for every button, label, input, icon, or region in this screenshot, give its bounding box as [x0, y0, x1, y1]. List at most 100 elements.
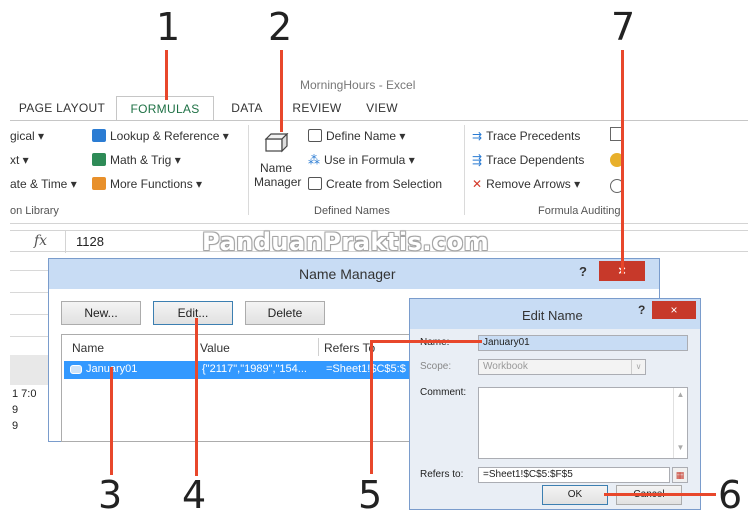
callout-5: 5 — [358, 473, 383, 514]
math-icon — [92, 153, 106, 166]
insert-function-icon[interactable]: fx — [34, 233, 47, 249]
date-time-button[interactable]: ate & Time ▾ — [10, 177, 77, 191]
create-from-selection-label: Create from Selection — [326, 177, 443, 191]
scope-value: Workbook — [483, 361, 528, 372]
trace-dependents-button[interactable]: ⇶ Trace Dependents — [472, 153, 584, 167]
text-button[interactable]: xt ▾ — [10, 153, 29, 167]
name-manager-titlebar[interactable]: Name Manager ? × — [49, 259, 659, 289]
function-library-group-label: on Library — [10, 205, 59, 217]
define-name-label: Define Name ▾ — [326, 129, 406, 143]
callout-4: 4 — [182, 473, 207, 514]
row-value: {"2117","1989","154... — [202, 363, 307, 375]
callout-line-3 — [110, 367, 113, 475]
formula-auditing-group-label: Formula Auditing — [538, 205, 621, 217]
logical-button[interactable]: gical ▾ — [10, 129, 44, 143]
column-header-value[interactable]: Value — [200, 341, 230, 355]
use-in-formula-label: Use in Formula ▾ — [324, 153, 415, 167]
grid-cell-text: 9 — [12, 404, 19, 416]
callout-line-1 — [165, 50, 168, 100]
callout-line-7 — [621, 50, 624, 274]
create-from-selection-icon — [308, 177, 322, 190]
ribbon-separator — [248, 125, 249, 215]
new-button[interactable]: New... — [61, 301, 141, 325]
name-tag-icon — [70, 365, 82, 374]
comment-label: Comment: — [420, 387, 467, 398]
comment-field[interactable]: ▲ ▼ — [478, 387, 688, 459]
more-functions-label: More Functions ▾ — [110, 177, 203, 191]
close-button[interactable]: × — [652, 301, 696, 319]
name-manager-label-2: Manager — [254, 175, 302, 189]
column-separator — [318, 338, 319, 356]
edit-name-dialog: Edit Name ? × Name: January01 Scope: Wor… — [409, 298, 701, 510]
define-name-icon — [308, 129, 322, 142]
trace-dependents-label: Trace Dependents — [486, 153, 585, 167]
delete-button[interactable]: Delete — [245, 301, 325, 325]
scroll-down-icon[interactable]: ▼ — [674, 443, 687, 452]
callout-1: 1 — [156, 5, 181, 49]
formula-bar-separator — [65, 231, 66, 253]
remove-arrows-button[interactable]: ✕ Remove Arrows ▾ — [472, 177, 580, 191]
name-manager-label-1: Name — [259, 161, 292, 175]
scroll-up-icon[interactable]: ▲ — [674, 390, 687, 399]
create-from-selection-button[interactable]: Create from Selection — [308, 177, 442, 191]
refers-to-label: Refers to: — [420, 469, 464, 480]
tab-data[interactable]: DATA — [222, 96, 272, 120]
callout-6: 6 — [718, 473, 743, 514]
callout-line-5-h — [370, 340, 482, 343]
use-in-formula-button[interactable]: ⁂ Use in Formula ▾ — [308, 153, 415, 167]
watermark: PanduanPraktis.com — [202, 228, 490, 256]
math-trig-label: Math & Trig ▾ — [110, 153, 181, 167]
define-name-button[interactable]: Define Name ▾ — [308, 129, 405, 143]
trace-precedents-icon: ⇉ — [472, 129, 483, 143]
grid-cell-text: 9 — [12, 420, 19, 432]
ok-button[interactable]: OK — [542, 485, 608, 505]
trace-dependents-icon: ⇶ — [472, 153, 483, 167]
ribbon-tabs: PAGE LAYOUT FORMULAS DATA REVIEW VIEW — [10, 96, 748, 120]
ribbon: gical ▾ xt ▾ ate & Time ▾ Lookup & Refer… — [10, 120, 748, 224]
scope-select[interactable]: Workbook ∨ — [478, 359, 646, 375]
trace-precedents-button[interactable]: ⇉ Trace Precedents — [472, 129, 580, 143]
callout-2: 2 — [268, 5, 293, 49]
column-header-name[interactable]: Name — [72, 341, 104, 355]
name-manager-button[interactable]: Name Manager — [254, 131, 302, 201]
more-functions-button[interactable]: More Functions ▾ — [92, 177, 202, 191]
window-title: MorningHours - Excel — [300, 78, 416, 92]
callout-line-2 — [280, 50, 283, 132]
name-manager-title: Name Manager — [299, 266, 396, 282]
trace-precedents-label: Trace Precedents — [486, 129, 581, 143]
lookup-icon — [92, 129, 106, 142]
row-refers-to: =Sheet1!$C$5:$ — [326, 363, 406, 375]
edit-button[interactable]: Edit... — [153, 301, 233, 325]
name-field[interactable]: January01 — [478, 335, 688, 351]
help-icon[interactable]: ? — [579, 264, 587, 279]
lookup-reference-button[interactable]: Lookup & Reference ▾ — [92, 129, 229, 143]
more-functions-icon — [92, 177, 106, 190]
grid-cell-text: 1 7:0 — [12, 388, 37, 400]
comment-scrollbar[interactable]: ▲ ▼ — [673, 388, 687, 458]
use-in-formula-icon: ⁂ — [308, 153, 320, 167]
formula-input[interactable]: 1128 — [76, 234, 104, 249]
callout-line-6 — [604, 493, 716, 496]
remove-arrows-label: Remove Arrows ▾ — [486, 177, 581, 191]
scope-label: Scope: — [420, 361, 452, 372]
chevron-down-icon: ∨ — [631, 360, 645, 374]
callout-line-5-v — [370, 340, 373, 474]
tab-page-layout[interactable]: PAGE LAYOUT — [16, 96, 108, 120]
lookup-reference-label: Lookup & Reference ▾ — [110, 129, 229, 143]
callout-7: 7 — [611, 5, 636, 49]
column-header-refers-to[interactable]: Refers To — [324, 341, 375, 355]
refers-to-field[interactable]: =Sheet1!$C$5:$F$5 — [478, 467, 670, 483]
edit-name-titlebar[interactable]: Edit Name ? × — [410, 299, 700, 329]
callout-3: 3 — [98, 473, 123, 514]
collapse-dialog-icon[interactable]: ▦ — [672, 467, 688, 483]
callout-line-4 — [195, 318, 198, 476]
math-trig-button[interactable]: Math & Trig ▾ — [92, 153, 181, 167]
edit-name-title: Edit Name — [522, 308, 583, 323]
help-icon[interactable]: ? — [638, 303, 645, 317]
defined-names-group-label: Defined Names — [314, 205, 390, 217]
tab-view[interactable]: VIEW — [360, 96, 404, 120]
remove-arrows-icon: ✕ — [472, 177, 483, 191]
name-manager-icon — [264, 133, 289, 153]
tab-review[interactable]: REVIEW — [286, 96, 348, 120]
ribbon-separator — [464, 125, 465, 215]
